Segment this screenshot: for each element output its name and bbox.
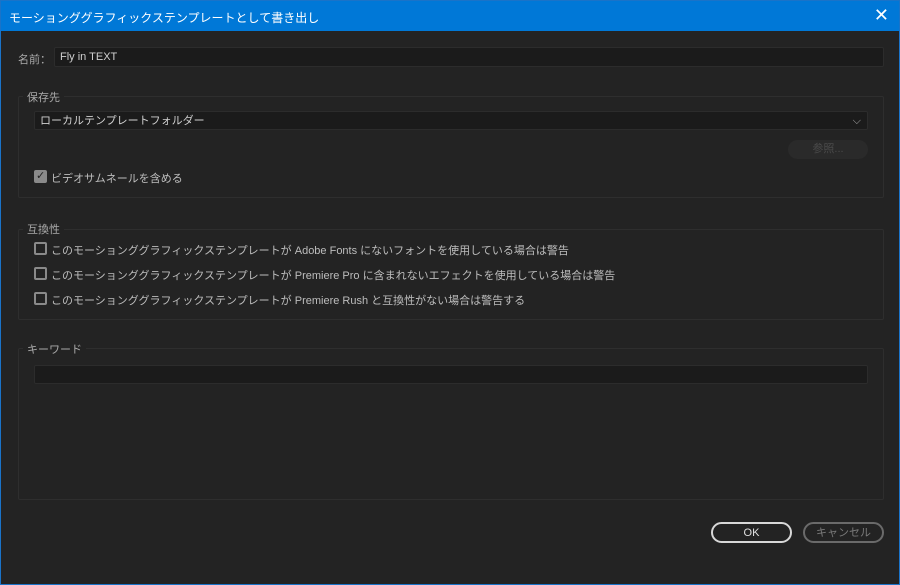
thumbnail-checkbox[interactable]: ✓ <box>34 170 47 183</box>
close-icon[interactable]: ✕ <box>874 5 889 25</box>
destination-label: 保存先 <box>23 89 64 105</box>
compatibility-label: 互換性 <box>23 221 64 237</box>
compat-label-fonts: このモーションググラフィックステンプレートが Adobe Fonts にないフォ… <box>51 245 569 257</box>
browse-button[interactable]: 参照... <box>788 140 868 159</box>
compat-checkbox-rush[interactable] <box>34 292 47 305</box>
compat-checkbox-effects[interactable] <box>34 267 47 280</box>
keywords-input[interactable] <box>34 365 868 384</box>
compat-label-effects: このモーションググラフィックステンプレートが Premiere Pro に含まれ… <box>51 270 616 282</box>
destination-selected: ローカルテンプレートフォルダー <box>40 115 205 127</box>
chevron-down-icon: ⌵ <box>852 115 861 127</box>
compat-label-rush: このモーションググラフィックステンプレートが Premiere Rush と互換… <box>51 295 526 307</box>
destination-select[interactable]: ローカルテンプレートフォルダー ⌵ <box>34 111 868 130</box>
thumbnail-label: ビデオサムネールを含める <box>51 173 183 185</box>
keywords-label: キーワード <box>23 341 86 357</box>
name-input[interactable]: Fly in TEXT <box>54 47 884 67</box>
window-title: モーションググラフィックステンプレートとして書き出し <box>9 11 320 25</box>
name-label: 名前： <box>18 54 51 66</box>
title-bar: モーションググラフィックステンプレートとして書き出し ✕ <box>1 1 899 31</box>
cancel-button[interactable]: キャンセル <box>803 522 884 543</box>
ok-button[interactable]: OK <box>711 522 792 543</box>
checkmark-icon: ✓ <box>36 170 46 182</box>
compat-checkbox-fonts[interactable] <box>34 242 47 255</box>
